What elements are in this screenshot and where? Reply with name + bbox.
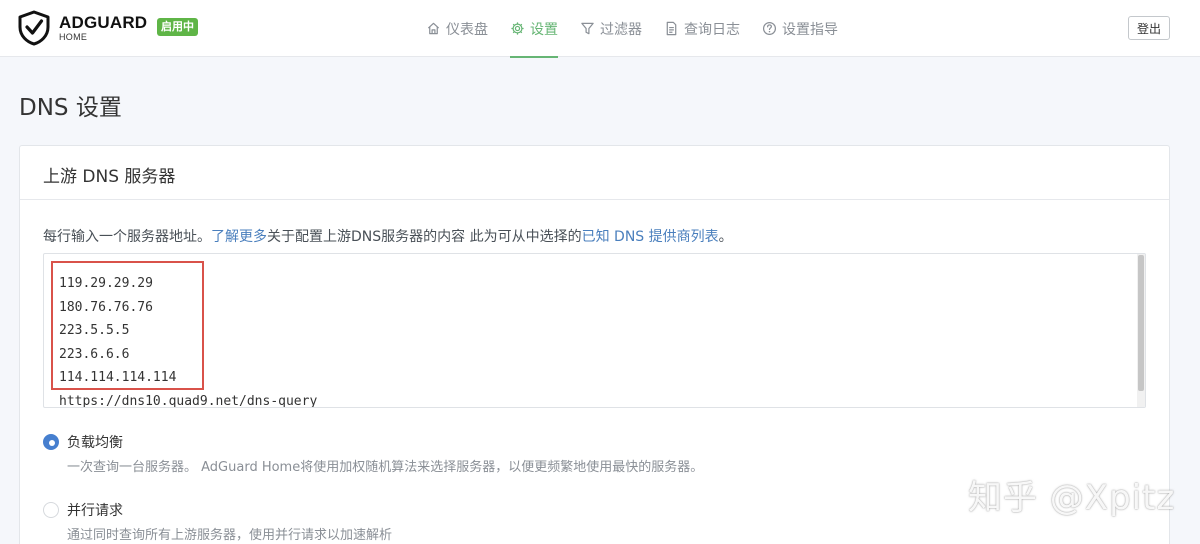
radio-label: 负载均衡 <box>67 435 123 451</box>
card-title: 上游 DNS 服务器 <box>20 146 1169 200</box>
filter-icon <box>581 22 594 35</box>
brand-sub: HOME <box>59 32 88 42</box>
nav-item-setup-guide[interactable]: 设置指导 <box>762 0 838 57</box>
radio-help-text: 一次查询一台服务器。 AdGuard Home将使用加权随机算法来选择服务器，以… <box>67 460 704 475</box>
document-icon <box>666 21 677 36</box>
gear-icon <box>511 22 524 35</box>
page-title: DNS 设置 <box>19 95 122 121</box>
brand-name: ADGUARD <box>59 13 148 32</box>
radio-label: 并行请求 <box>67 503 123 519</box>
server-line: https://dns10.quad9.net/dns-query <box>59 393 318 408</box>
red-highlight-annotation <box>51 261 204 390</box>
nav-item-filters[interactable]: 过滤器 <box>580 0 642 57</box>
scrollbar-thumb[interactable] <box>1138 255 1144 391</box>
desc-text: 关于配置上游DNS服务器的内容 此为可从中选择的 <box>267 229 582 245</box>
home-icon <box>427 22 440 35</box>
known-dns-providers-link[interactable]: 已知 DNS 提供商列表 <box>582 229 719 245</box>
status-badge: 启用中 <box>157 18 198 36</box>
help-circle-icon <box>762 21 777 36</box>
radio-help-text: 通过同时查询所有上游服务器，使用并行请求以加速解析 <box>67 528 393 543</box>
radio-load-balance[interactable] <box>43 434 59 450</box>
desc-text: 每行输入一个服务器地址。 <box>43 229 211 245</box>
main-nav: 仪表盘 设置 过滤器 查询日志 设置指导 <box>426 0 860 58</box>
nav-label: 设置 <box>530 21 558 38</box>
mode-parallel[interactable]: 并行请求 <box>43 500 123 520</box>
upstream-servers-textarea[interactable]: 119.29.29.29 180.76.76.76 223.5.5.5 223.… <box>43 253 1146 408</box>
nav-item-dashboard[interactable]: 仪表盘 <box>426 0 488 57</box>
nav-label: 设置指导 <box>782 21 838 38</box>
textarea-scrollbar[interactable] <box>1137 254 1145 407</box>
top-header: ADGUARD HOME 启用中 仪表盘 设置 过滤器 查询日志 设置指导 登出 <box>0 0 1200 58</box>
radio-parallel[interactable] <box>43 502 59 518</box>
nav-item-settings[interactable]: 设置 <box>510 0 558 58</box>
nav-label: 过滤器 <box>600 21 642 38</box>
adguard-shield-icon <box>18 10 50 46</box>
brand[interactable]: ADGUARD HOME <box>18 10 147 46</box>
logout-button[interactable]: 登出 <box>1128 16 1170 40</box>
nav-label: 查询日志 <box>684 21 740 38</box>
zhihu-watermark: 知乎 @Xpitz <box>968 478 1176 518</box>
desc-text: 。 <box>718 229 733 245</box>
nav-label: 仪表盘 <box>446 21 488 38</box>
learn-more-link[interactable]: 了解更多 <box>211 229 267 245</box>
upstream-description: 每行输入一个服务器地址。了解更多关于配置上游DNS服务器的内容 此为可从中选择的… <box>43 226 733 246</box>
nav-item-query-log[interactable]: 查询日志 <box>664 0 740 57</box>
mode-load-balance[interactable]: 负载均衡 <box>43 432 123 452</box>
